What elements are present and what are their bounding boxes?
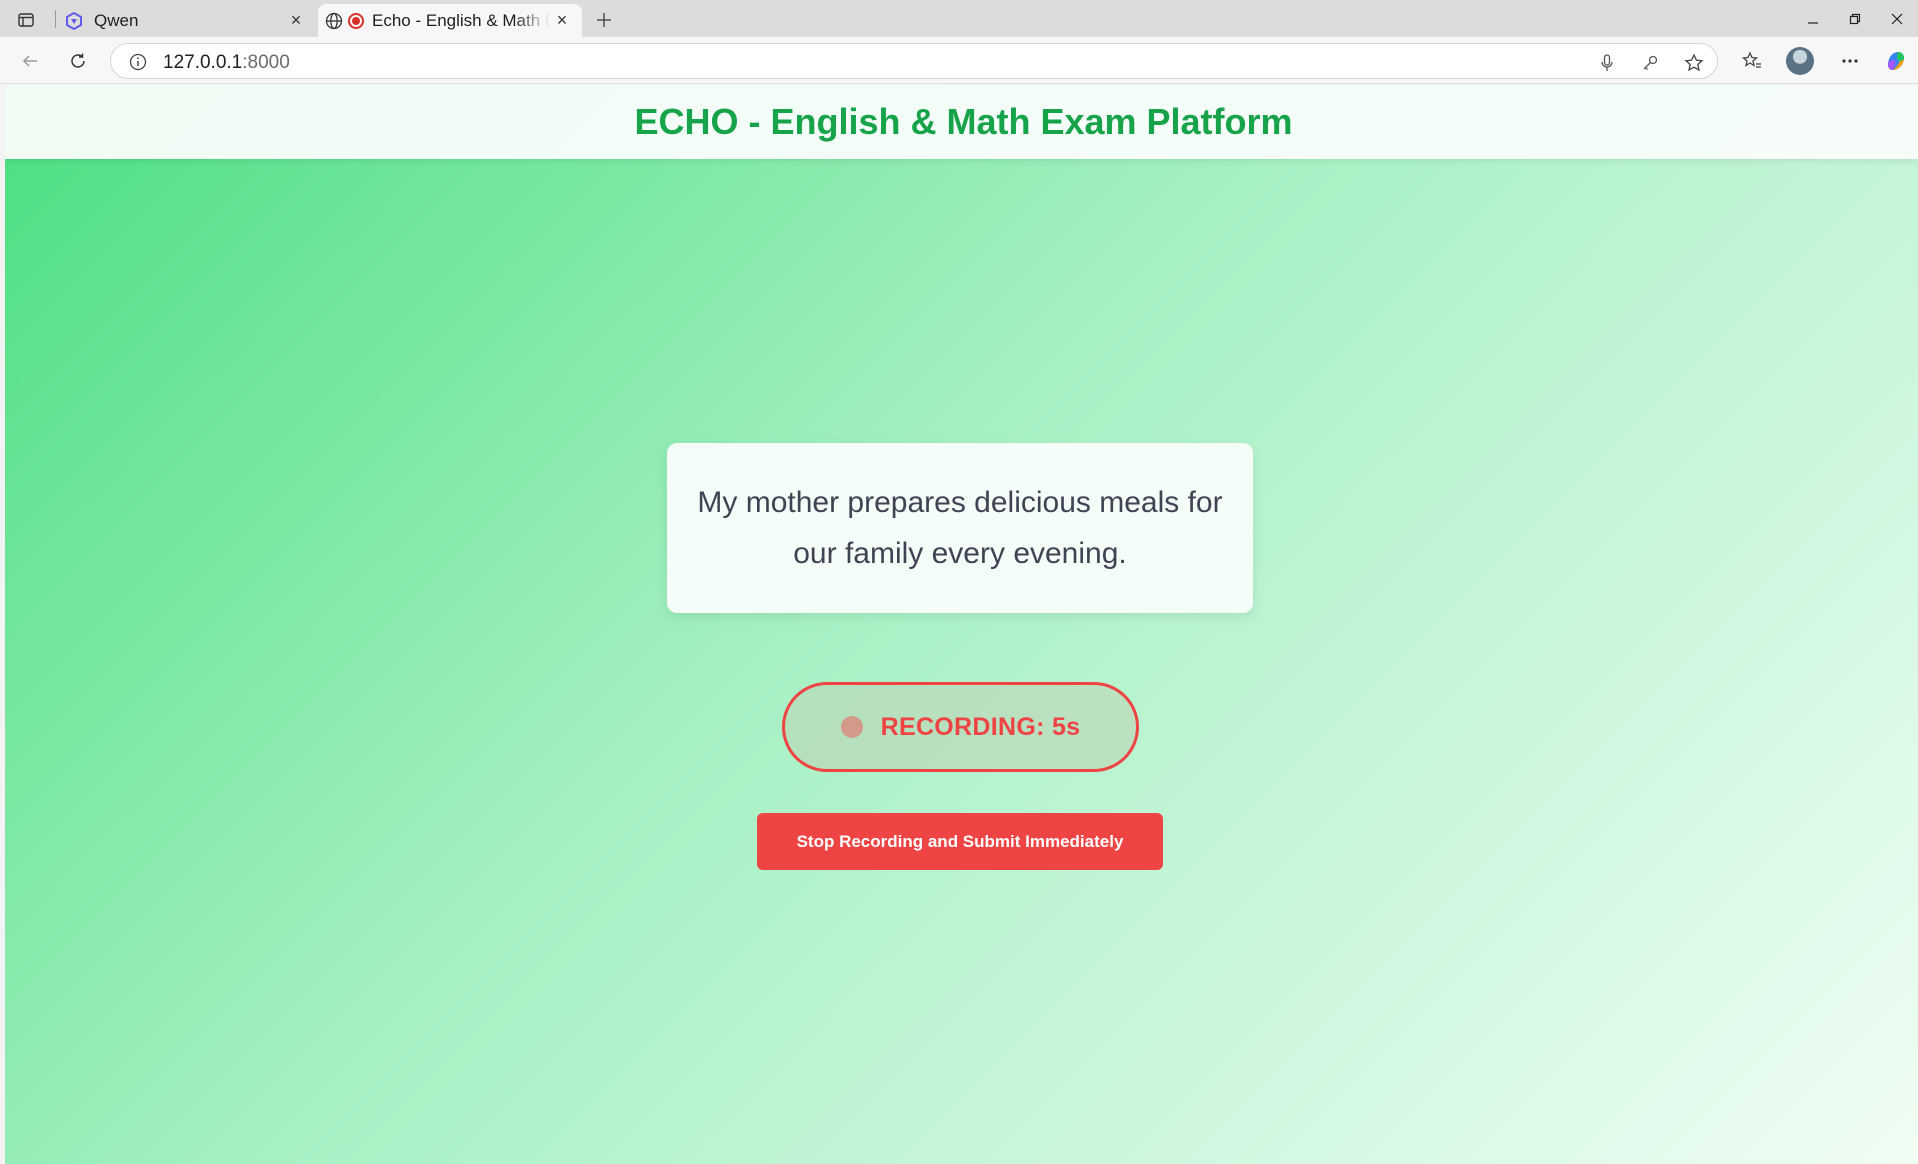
page-header: ECHO - English & Math Exam Platform xyxy=(5,85,1918,159)
stop-and-submit-button[interactable]: Stop Recording and Submit Immediately xyxy=(757,813,1163,870)
tab-echo[interactable]: Echo - English & Math Exam Platform × xyxy=(318,4,582,37)
url-port: :8000 xyxy=(242,52,290,73)
sidebar-toggle-icon[interactable] xyxy=(12,8,40,32)
recording-timer: RECORDING: 5s xyxy=(880,712,1081,741)
window-controls xyxy=(1792,0,1918,37)
profile-avatar[interactable] xyxy=(1784,45,1816,77)
recording-indicator-icon xyxy=(840,716,863,738)
sentence-card: My mother prepares delicious meals for o… xyxy=(667,443,1253,613)
page-viewport: ECHO - English & Math Exam Platform My m… xyxy=(5,85,1918,1164)
close-window-icon[interactable] xyxy=(1876,0,1918,37)
prompt-sentence: My mother prepares delicious meals for o… xyxy=(697,486,1223,570)
new-tab-icon[interactable] xyxy=(590,6,618,34)
recording-status: RECORDING: 5s xyxy=(782,682,1139,772)
copilot-icon[interactable] xyxy=(1880,45,1912,77)
password-key-icon[interactable] xyxy=(1639,52,1661,74)
back-icon[interactable] xyxy=(14,45,46,77)
address-bar[interactable]: 127.0.0.1:8000 xyxy=(110,43,1718,79)
qwen-logo-icon xyxy=(64,11,84,31)
tab-title: Echo - English & Math Exam Platform xyxy=(372,10,550,30)
restore-icon[interactable] xyxy=(1834,0,1876,37)
reload-icon[interactable] xyxy=(62,45,94,77)
tab-separator xyxy=(55,10,56,28)
recording-dot-icon xyxy=(348,12,364,29)
tab-strip: Qwen × Echo - English & Math Exam Platfo… xyxy=(0,0,1918,37)
tab-close-icon[interactable]: × xyxy=(284,9,308,33)
more-menu-icon[interactable] xyxy=(1834,45,1866,77)
page-title: ECHO - English & Math Exam Platform xyxy=(634,101,1293,142)
globe-icon xyxy=(324,11,344,31)
microphone-icon[interactable] xyxy=(1596,52,1618,74)
tab-qwen[interactable]: Qwen × xyxy=(58,4,316,37)
url-text: 127.0.0.1:8000 xyxy=(163,52,290,74)
site-info-icon[interactable] xyxy=(129,53,147,76)
url-host: 127.0.0.1 xyxy=(163,52,243,73)
favorite-star-icon[interactable] xyxy=(1683,52,1705,74)
minimize-icon[interactable] xyxy=(1792,0,1834,37)
tab-title: Qwen xyxy=(94,10,139,30)
favorites-list-icon[interactable] xyxy=(1736,45,1768,77)
tab-close-icon[interactable]: × xyxy=(550,9,574,33)
browser-toolbar: 127.0.0.1:8000 xyxy=(0,37,1918,84)
